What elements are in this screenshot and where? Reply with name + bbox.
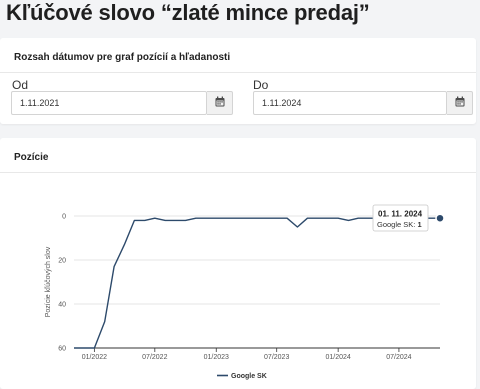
from-calendar-button[interactable] [207, 91, 233, 115]
to-calendar-button[interactable] [447, 91, 473, 115]
divider [0, 72, 476, 73]
series-line-google-sk [74, 217, 440, 349]
x-tick-label: 01/2023 [204, 354, 229, 361]
legend-label: Google SK [231, 373, 267, 380]
x-tick-label: 01/2024 [325, 354, 350, 361]
x-tick-label: 07/2022 [142, 354, 167, 361]
x-tick-label: 07/2023 [264, 354, 289, 361]
y-tick-label: 0 [62, 214, 66, 221]
calendar-icon [215, 94, 225, 112]
x-tick-label: 07/2024 [386, 354, 411, 361]
chart-tooltip: 01. 11. 2024 Google SK: 1 [372, 204, 429, 232]
positions-chart: 0 20 40 60 01/2022 07/2022 01/2023 07/2023 01/20… [45, 204, 445, 380]
tooltip-value: Google SK: 1 [377, 220, 422, 229]
date-range-card: Rozsah dátumov pre graf pozícií a hľadan… [0, 38, 476, 124]
tooltip-date: 01. 11. 2024 [378, 210, 423, 219]
to-label: Do [253, 78, 269, 92]
series-point-highlight [435, 213, 445, 223]
positions-card: Pozície 0 20 40 60 01/2022 07/2022 01/2023 07/2… [0, 138, 476, 389]
y-tick-label: 60 [58, 346, 66, 353]
page-title: Kľúčové slovo “zlaté mince predaj” [6, 0, 370, 25]
calendar-icon [455, 94, 465, 112]
to-date-input[interactable] [253, 91, 447, 115]
y-axis-title: Pozície kľúčových slov [45, 246, 52, 317]
date-range-title: Rozsah dátumov pre graf pozícií a hľadan… [14, 52, 231, 63]
from-date-input[interactable] [11, 91, 207, 115]
from-label: Od [12, 78, 29, 92]
y-tick-label: 40 [58, 302, 66, 309]
x-tick-label: 01/2022 [82, 354, 107, 361]
y-tick-label: 20 [58, 258, 66, 265]
